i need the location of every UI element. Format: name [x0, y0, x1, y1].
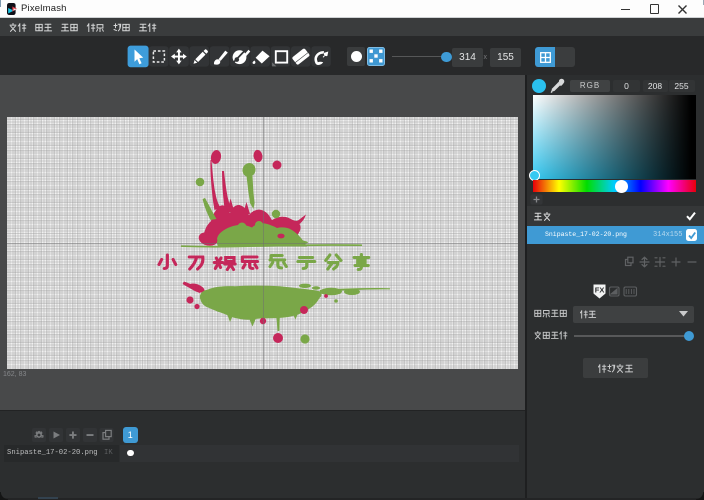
svg-text:FX: FX: [595, 285, 605, 294]
